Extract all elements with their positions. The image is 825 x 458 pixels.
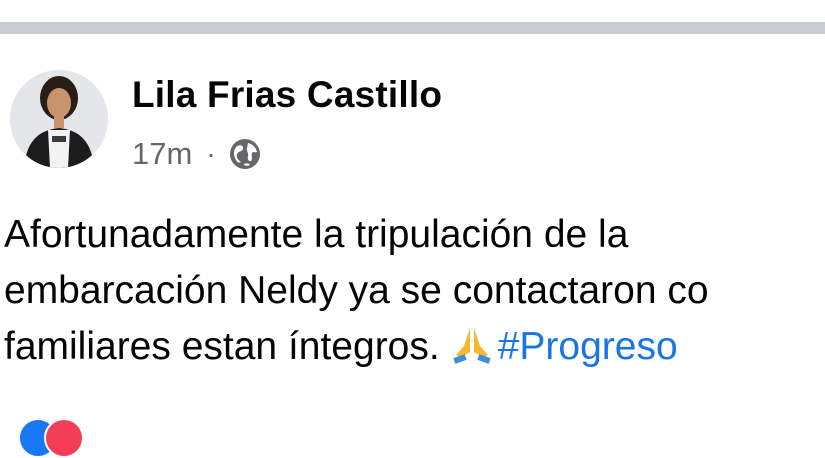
feed-divider <box>0 22 825 34</box>
praying-hands-icon <box>452 324 492 375</box>
globe-icon[interactable] <box>228 137 262 171</box>
post-timestamp[interactable]: 17m <box>132 136 192 172</box>
love-icon <box>44 418 84 458</box>
meta-separator: · <box>206 138 216 169</box>
post-line-2: embarcación Neldy ya se contactaron co <box>4 269 709 312</box>
post-body: Afortunadamente la tripulación de la emb… <box>4 207 825 375</box>
hashtag-link[interactable]: #Progreso <box>498 325 678 368</box>
author-name[interactable]: Lila Frias Castillo <box>132 74 442 116</box>
post-meta: 17m · <box>132 134 262 174</box>
avatar-photo <box>10 70 108 168</box>
post-line-3: familiares estan íntegros. <box>4 325 440 368</box>
author-avatar[interactable] <box>10 70 108 168</box>
post-line-3-wrapper: familiares estan íntegros. #Progreso <box>4 319 825 375</box>
post-line-1: Afortunadamente la tripulación de la <box>4 213 629 256</box>
